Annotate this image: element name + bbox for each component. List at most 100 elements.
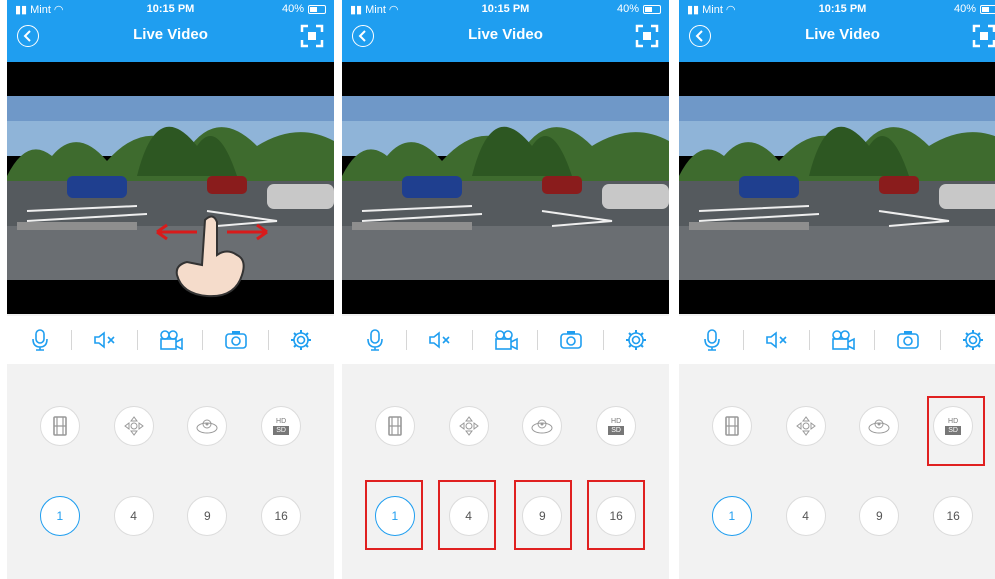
- battery-percent: 40%: [281, 3, 304, 15]
- snapshot-button[interactable]: [203, 316, 270, 364]
- fisheye-icon: [196, 419, 218, 434]
- sd-label: SD: [608, 426, 624, 435]
- record-video-icon: [831, 330, 855, 350]
- playback-button[interactable]: [711, 406, 752, 446]
- hd-label: HD: [611, 418, 622, 425]
- snapshot-button[interactable]: [875, 316, 942, 364]
- mute-icon: [766, 331, 787, 349]
- playback-film-icon: [388, 416, 402, 436]
- split-4-button[interactable]: 4: [785, 496, 826, 536]
- settings-button[interactable]: [941, 316, 995, 364]
- highlight-split-16: [587, 480, 645, 550]
- record-video-icon: [494, 330, 518, 350]
- nav-bar: Live Video: [342, 18, 669, 62]
- playback-button[interactable]: [374, 406, 415, 446]
- snapshot-icon: [560, 331, 582, 349]
- split-1-button[interactable]: 1: [39, 496, 80, 536]
- fisheye-icon: [868, 419, 890, 434]
- fullscreen-button[interactable]: [300, 24, 324, 48]
- phone-panel-3: ▮▮ Mint ◠ 10:15 PM 40% Live Video HD SD …: [679, 0, 995, 579]
- microphone-icon: [703, 329, 720, 351]
- battery-icon: [980, 4, 995, 14]
- hd-sd-button[interactable]: HD SD: [261, 406, 302, 446]
- split-16-button[interactable]: 16: [261, 496, 302, 536]
- clock: 10:15 PM: [818, 3, 867, 15]
- fullscreen-button[interactable]: [635, 24, 659, 48]
- highlight-split-9: [514, 480, 572, 550]
- battery-icon: [308, 4, 326, 14]
- settings-gear-icon: [626, 330, 647, 350]
- parking-lot-scene: [342, 96, 669, 280]
- microphone-icon: [366, 329, 383, 351]
- record-button[interactable]: [138, 316, 204, 364]
- snapshot-icon: [897, 331, 919, 349]
- mute-button[interactable]: [744, 316, 811, 364]
- battery-percent: 40%: [616, 3, 639, 15]
- control-toolbar: [7, 316, 334, 364]
- fullscreen-button[interactable]: [972, 24, 995, 48]
- live-video-view[interactable]: [342, 62, 669, 314]
- phone-panel-2: ▮▮ Mint ◠ 10:15 PM 40% Live Video HD SD …: [342, 0, 669, 579]
- record-button[interactable]: [473, 316, 539, 364]
- highlight-split-1: [365, 480, 423, 550]
- ptz-direction-icon: [123, 416, 144, 436]
- hd-sd-toggle-icon: HD SD: [273, 417, 289, 435]
- status-bar: ▮▮ Mint ◠ 10:15 PM 40%: [342, 0, 669, 18]
- ptz-button[interactable]: [448, 406, 489, 446]
- record-button[interactable]: [810, 316, 876, 364]
- snapshot-button[interactable]: [538, 316, 605, 364]
- fisheye-icon: [531, 419, 553, 434]
- page-title: Live Video: [133, 26, 208, 43]
- status-bar: ▮▮ Mint ◠ 10:15 PM 40%: [679, 0, 995, 18]
- microphone-icon: [31, 329, 48, 351]
- settings-button[interactable]: [604, 316, 669, 364]
- ptz-button[interactable]: [785, 406, 826, 446]
- ptz-direction-icon: [795, 416, 816, 436]
- mute-icon: [94, 331, 115, 349]
- phone-panel-1: ▮▮ Mint ◠ 10:15 PM 40% Live Video HD SD …: [7, 0, 334, 579]
- parking-lot-scene: [679, 96, 995, 280]
- settings-gear-icon: [291, 330, 312, 350]
- mute-icon: [429, 331, 450, 349]
- record-video-icon: [159, 330, 183, 350]
- page-title: Live Video: [468, 26, 543, 43]
- split-4-button[interactable]: 4: [113, 496, 154, 536]
- hd-sd-button[interactable]: HD SD: [596, 406, 637, 446]
- ptz-direction-icon: [458, 416, 479, 436]
- split-9-button[interactable]: 9: [187, 496, 228, 536]
- battery-percent: 40%: [953, 3, 976, 15]
- nav-bar: Live Video: [7, 18, 334, 62]
- highlight-hd-sd: [927, 396, 985, 466]
- live-video-view[interactable]: [679, 62, 995, 314]
- microphone-button[interactable]: [7, 316, 73, 364]
- control-toolbar: [342, 316, 669, 364]
- playback-film-icon: [53, 416, 67, 436]
- mute-button[interactable]: [72, 316, 139, 364]
- mute-button[interactable]: [407, 316, 474, 364]
- highlight-split-4: [438, 480, 496, 550]
- bottom-controls: HD SD 1 4 9 16: [7, 366, 334, 579]
- split-16-button[interactable]: 16: [933, 496, 974, 536]
- playback-button[interactable]: [39, 406, 80, 446]
- control-toolbar: [679, 316, 995, 364]
- split-1-button[interactable]: 1: [711, 496, 752, 536]
- microphone-button[interactable]: [679, 316, 745, 364]
- fisheye-button[interactable]: [522, 406, 563, 446]
- nav-bar: Live Video: [679, 18, 995, 62]
- split-9-button[interactable]: 9: [859, 496, 900, 536]
- live-video-view[interactable]: [7, 62, 334, 314]
- status-bar: ▮▮ Mint ◠ 10:15 PM 40%: [7, 0, 334, 18]
- swipe-gesture-icon: [156, 215, 268, 298]
- ptz-button[interactable]: [113, 406, 154, 446]
- page-title: Live Video: [805, 26, 880, 43]
- settings-button[interactable]: [269, 316, 334, 364]
- battery-icon: [643, 4, 661, 14]
- settings-gear-icon: [963, 330, 984, 350]
- playback-film-icon: [725, 416, 739, 436]
- sd-label: SD: [273, 426, 289, 435]
- fisheye-button[interactable]: [187, 406, 228, 446]
- hd-sd-toggle-icon: HD SD: [608, 417, 624, 435]
- hd-label: HD: [276, 418, 287, 425]
- microphone-button[interactable]: [342, 316, 408, 364]
- fisheye-button[interactable]: [859, 406, 900, 446]
